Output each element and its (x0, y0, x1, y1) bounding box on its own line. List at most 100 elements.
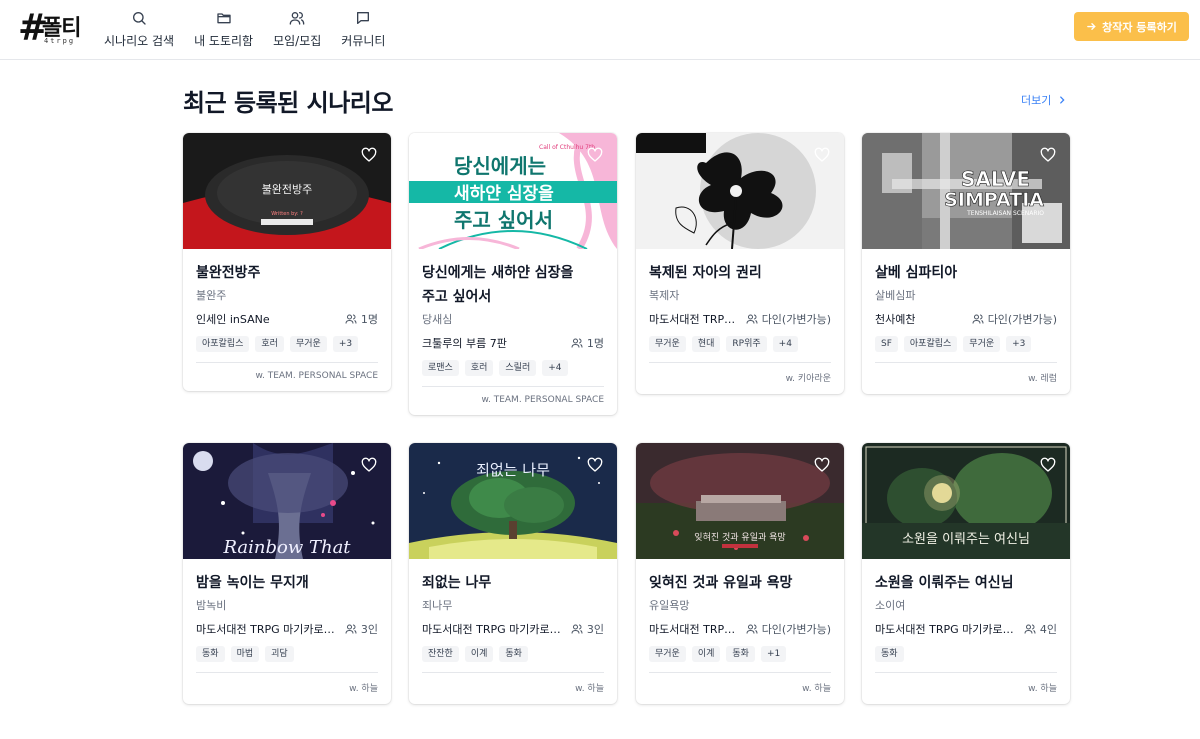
tag: 동화 (196, 646, 225, 662)
thumb-title: 잊혀진 것과 유일과 욕망 (694, 531, 785, 543)
tag-more: +4 (772, 336, 798, 352)
card-system: 마도서대전 TRPG 마기카로… (875, 623, 1014, 636)
heart-icon[interactable] (814, 147, 830, 163)
tag: 동화 (499, 646, 528, 662)
card-title: 불완전방주 (196, 265, 261, 281)
tag: 무거운 (649, 646, 686, 662)
tag-list: 무거운 현대 RP위주 +4 (649, 336, 831, 352)
card-short-name: 소이여 (875, 599, 906, 612)
folder-icon (216, 13, 231, 24)
card-writer: w. 하늘 (349, 684, 378, 694)
thumbnail-art: Rainbow That (183, 443, 391, 559)
card-system: 마도서대전 TRPG 마기카로… (196, 623, 335, 636)
card-system: 마도서대전 TRP… (649, 623, 736, 636)
players-count: 1명 (360, 313, 378, 326)
card-title: 소원을 이뤄주는 여신님 (875, 575, 1014, 591)
nav-label: 내 도토리함 (194, 34, 254, 48)
tag-list: 잔잔한 이계 동화 (422, 646, 604, 662)
players-count: 다인(가변가능) (987, 313, 1057, 326)
thumb-title: Rainbow That (222, 537, 351, 558)
scenario-card[interactable]: 소원을 이뤄주는 여신님 소원을 이뤄주는 여신님 소이여 마도서대전 TRPG… (862, 443, 1070, 704)
users-icon (746, 314, 758, 324)
thumbnail-art: 잊혀진 것과 유일과 욕망 (636, 443, 844, 559)
heart-icon[interactable] (1040, 147, 1056, 163)
creator-register-button[interactable]: 창작자 등록하기 (1074, 12, 1189, 41)
more-label: 더보기 (1021, 94, 1052, 107)
tag-list: 동화 (875, 646, 1057, 662)
creator-register-label: 창작자 등록하기 (1102, 20, 1177, 34)
card-short-name: 복제자 (649, 289, 680, 302)
thumbnail-art: 소원을 이뤄주는 여신님 (862, 443, 1070, 559)
heart-icon[interactable] (361, 457, 377, 473)
nav-scenario-search[interactable]: 시나리오 검색 (104, 8, 174, 52)
card-players: 다인(가변가능) (972, 311, 1057, 327)
more-link[interactable]: 더보기 (1021, 92, 1067, 108)
tag: 이계 (464, 646, 494, 662)
card-system: 마도서대전 TRPG 마기카로… (422, 623, 561, 636)
tag-more: +3 (332, 336, 359, 352)
card-short-name: 살베심파 (875, 289, 916, 302)
card-writer: w. 레럼 (1028, 374, 1057, 384)
tag: 무거운 (649, 336, 686, 352)
tag: 현대 (691, 336, 721, 352)
card-short-name: 유일욕망 (649, 599, 690, 612)
tag: 잔잔한 (422, 646, 459, 662)
tag-list: 동화 마법 괴담 (196, 646, 378, 662)
tag-list: 아포칼립스 호러 무거운 +3 (196, 336, 378, 352)
thumb-sub: TENSHILAISAN SCENARIO (966, 210, 1044, 217)
card-title: 복제된 자아의 권리 (649, 265, 762, 281)
thumb-title: 불완전방주 (262, 183, 313, 196)
card-writer: w. TEAM. PERSONAL SPACE (255, 371, 378, 381)
card-writer: w. 키아라운 (785, 374, 831, 384)
card-players: 3인 (345, 621, 378, 637)
heart-icon[interactable] (1040, 457, 1056, 473)
site-logo[interactable]: # 폴티 4trpg (18, 8, 88, 48)
scenario-thumbnail: Call of Cthulhu 7th 당신에게는 새하얀 심장을 주고 싶어서 (409, 133, 617, 249)
thumbnail-art: 불완전방주 Written by: ? (183, 133, 391, 249)
scenario-card[interactable]: Rainbow That 밤을 녹이는 무지개 밤녹비 마도서대전 TRPG 마… (183, 443, 391, 704)
scenario-thumbnail (636, 133, 844, 249)
players-count: 3인 (586, 623, 604, 636)
heart-icon[interactable] (587, 457, 603, 473)
thumb-title: 소원을 이뤄주는 여신님 (902, 532, 1030, 547)
users-icon (571, 338, 583, 348)
search-icon (133, 12, 146, 25)
nav-community[interactable]: 커뮤니티 (341, 8, 385, 52)
thumbnail-art: 죄없는 나무 (409, 443, 617, 559)
users-icon (345, 624, 357, 634)
tag: 동화 (726, 646, 755, 662)
tag: 호러 (464, 360, 494, 376)
nav-label: 시나리오 검색 (104, 34, 175, 48)
scenario-card[interactable]: 복제된 자아의 권리 복제자 마도서대전 TRP… 다인(가변가능) 무거운 현… (636, 133, 844, 394)
players-count: 다인(가변가능) (761, 313, 831, 326)
card-short-name: 죄나무 (422, 599, 453, 612)
section-title: 최근 등록된 시나리오 (183, 89, 393, 117)
heart-icon[interactable] (587, 147, 603, 163)
scenario-thumbnail: SALVE SIMPATIA TENSHILAISAN SCENARIO (862, 133, 1070, 249)
card-writer: w. 하늘 (1028, 684, 1057, 694)
card-system: 마도서대전 TRP… (649, 313, 736, 326)
scenario-card[interactable]: 죄없는 나무 죄없는 나무 죄나무 마도서대전 TRPG 마기카로… 3인 잔잔… (409, 443, 617, 704)
heart-icon[interactable] (814, 457, 830, 473)
thumb-title-2: SIMPATIA (944, 189, 1044, 211)
tag-list: 로맨스 호러 스릴러 +4 (422, 360, 604, 376)
card-players: 다인(가변가능) (746, 621, 831, 637)
nav-meetup-recruit[interactable]: 모임/모집 (273, 8, 321, 52)
scenario-card[interactable]: 잊혀진 것과 유일과 욕망 잊혀진 것과 유일과 욕망 유일욕망 마도서대전 T… (636, 443, 844, 704)
tag: 괴담 (265, 646, 294, 662)
users-icon (972, 314, 984, 324)
heart-icon[interactable] (361, 147, 377, 163)
card-short-name: 당새심 (422, 313, 453, 326)
card-players: 3인 (571, 621, 604, 637)
scenario-card[interactable]: SALVE SIMPATIA TENSHILAISAN SCENARIO 살베 … (862, 133, 1070, 394)
nav-my-acorn-box[interactable]: 내 도토리함 (194, 8, 253, 52)
logo-subtext: 4trpg (44, 37, 76, 45)
scenario-card[interactable]: 불완전방주 Written by: ? 불완전방주 불완주 인세인 inSANe… (183, 133, 391, 391)
scenario-thumbnail: Rainbow That (183, 443, 391, 559)
tag: 아포칼립스 (903, 336, 958, 352)
tag: 이계 (691, 646, 721, 662)
nav-label: 모임/모집 (273, 34, 322, 48)
card-short-name: 불완주 (196, 289, 227, 302)
tag: RP위주 (726, 336, 767, 352)
scenario-card[interactable]: Call of Cthulhu 7th 당신에게는 새하얀 심장을 주고 싶어서… (409, 133, 617, 415)
